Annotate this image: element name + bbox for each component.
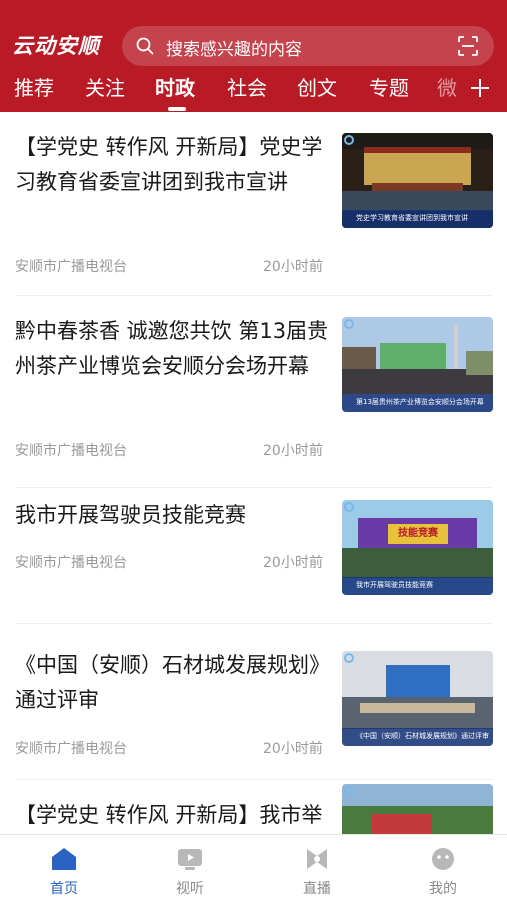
profile-icon [432,848,454,870]
thumbnail-caption: 我市开展驾驶员技能竞赛 [356,581,433,589]
thumbnail-caption: 《中国（安顺）石材城发展规划》通过评审 [356,732,489,740]
news-time: 20小时前 [263,555,323,571]
nav-profile[interactable]: 我的 [413,843,473,897]
active-tab-indicator [168,107,186,111]
news-source: 安顺市广播电视台 [15,443,127,459]
app-header: 云动安顺 搜索感兴趣的内容 推荐 关注 时政 社会 创文 专题 微 [0,0,507,112]
channel-tabs: 推荐 关注 时政 社会 创文 专题 微 [0,72,507,112]
news-time: 20小时前 [263,259,323,275]
tab-recommend[interactable]: 推荐 [14,72,54,101]
news-thumbnail: 第13届贵州茶产业博览会安顺分会场开幕 [342,317,493,412]
nav-home[interactable]: 首页 [34,843,94,897]
news-thumbnail: 技能竞赛 我市开展驾驶员技能竞赛 [342,500,493,595]
station-logo-icon [344,653,354,663]
news-time: 20小时前 [263,741,323,757]
news-source: 安顺市广播电视台 [15,741,127,757]
tab-follow[interactable]: 关注 [85,72,125,101]
news-title: 我市开展驾驶员技能竞赛 [15,503,246,527]
nav-live[interactable]: 直播 [287,843,347,897]
news-item[interactable]: 黔中春茶香 诚邀您共饮 第13届贵州茶产业博览会安顺分会场开幕 安顺市广播电视台… [0,296,507,488]
tv-icon [178,849,202,870]
news-thumbnail: 《中国（安顺）石材城发展规划》通过评审 [342,651,493,746]
news-item[interactable]: 【学党史 转作风 开新局】我市举行“中娟学党史 守记忆初喂 [0,780,507,834]
nav-label: 我的 [429,881,457,897]
thumbnail-banner: 技能竞赛 [388,524,448,544]
news-time: 20小时前 [263,443,323,459]
search-placeholder: 搜索感兴趣的内容 [166,40,302,60]
news-title: 《中国（安顺）石材城发展规划》通过评审 [15,653,330,712]
news-title: 【学党史 转作风 开新局】党史学习教育省委宣讲团到我市宣讲 [15,135,323,194]
news-title: 【学党史 转作风 开新局】我市举行“中娟学党史 守记忆初喂 [15,803,323,827]
nav-label: 直播 [303,881,331,897]
nav-audiovisual[interactable]: 视听 [160,843,220,897]
search-bar[interactable]: 搜索感兴趣的内容 [122,26,494,66]
station-logo-icon [344,319,354,329]
news-source: 安顺市广播电视台 [15,259,127,275]
nav-label: 首页 [50,881,78,897]
station-logo-icon [344,502,354,512]
station-logo-icon [344,786,354,796]
tab-civilization[interactable]: 创文 [297,72,337,101]
news-feed: 【学党史 转作风 开新局】党史学习教育省委宣讲团到我市宣讲 安顺市广播电视台 2… [0,112,507,834]
thumbnail-caption: 党史学习教育省委宣讲团到我市宣讲 [356,214,468,222]
tab-overflow[interactable]: 微 [437,72,457,102]
nav-label: 视听 [176,881,204,897]
news-thumbnail: 党史学习教育省委宣讲团到我市宣讲 [342,133,493,228]
news-title: 黔中春茶香 诚邀您共饮 第13届贵州茶产业博览会安顺分会场开幕 [15,319,329,378]
news-item[interactable]: 《中国（安顺）石材城发展规划》通过评审 安顺市广播电视台 20小时前 《中国（安… [0,624,507,780]
live-icon [307,849,327,869]
news-thumbnail [342,784,493,834]
station-logo-icon [344,135,354,145]
tab-politics[interactable]: 时政 [155,72,195,101]
add-channel-icon[interactable] [470,78,490,98]
news-source: 安顺市广播电视台 [15,555,127,571]
bottom-navigation: 首页 视听 直播 我的 [0,834,507,900]
news-item[interactable]: 我市开展驾驶员技能竞赛 安顺市广播电视台 20小时前 技能竞赛 我市开展驾驶员技… [0,488,507,624]
header-top-row: 云动安顺 搜索感兴趣的内容 [0,24,507,66]
tab-special[interactable]: 专题 [369,72,409,101]
thumbnail-caption: 第13届贵州茶产业博览会安顺分会场开幕 [356,398,484,406]
tab-society[interactable]: 社会 [227,72,267,101]
news-item[interactable]: 【学党史 转作风 开新局】党史学习教育省委宣讲团到我市宣讲 安顺市广播电视台 2… [0,112,507,296]
home-icon [52,848,76,870]
scan-icon[interactable] [458,36,478,56]
search-icon [136,37,154,55]
app-logo: 云动安顺 [12,33,100,58]
